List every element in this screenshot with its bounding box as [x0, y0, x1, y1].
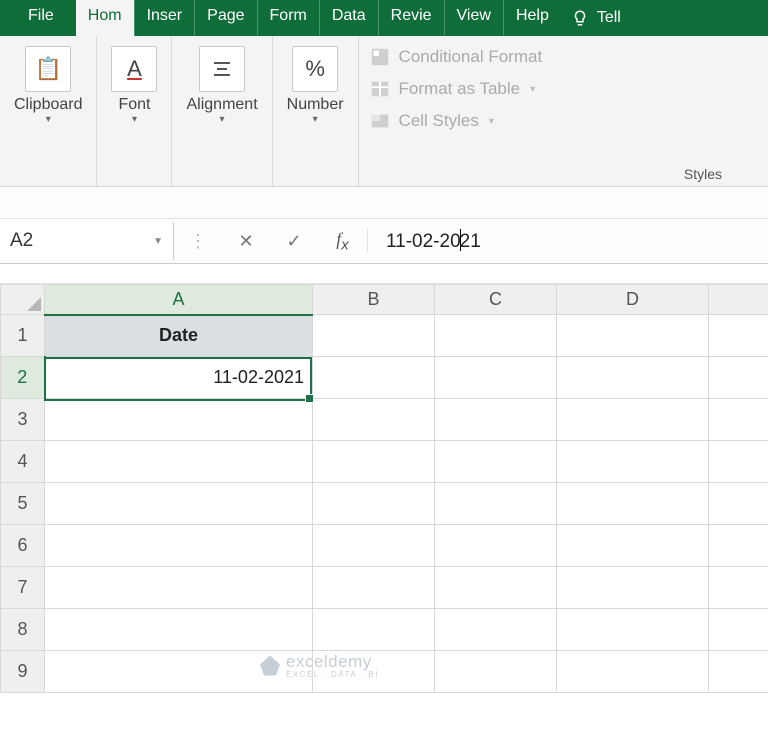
- column-header-a[interactable]: A: [45, 285, 313, 315]
- cell-e2[interactable]: [709, 357, 768, 399]
- cell-b2[interactable]: [313, 357, 435, 399]
- alignment-icon: [199, 46, 245, 92]
- font-button[interactable]: A Font ▾: [111, 46, 157, 126]
- ribbon: 📋 Clipboard ▾ A Font ▾: [0, 36, 768, 187]
- tab-formulas[interactable]: Form: [257, 0, 319, 36]
- select-all-corner[interactable]: [1, 285, 45, 315]
- formula-bar: A2 ▼ ⋮ ✕ ✓ fx 11-02-2021: [0, 219, 768, 264]
- row-header-8[interactable]: 8: [1, 609, 45, 651]
- cell-c2[interactable]: [435, 357, 557, 399]
- column-header-d[interactable]: D: [557, 285, 709, 315]
- watermark-icon: [260, 656, 280, 676]
- font-icon: A: [111, 46, 157, 92]
- alignment-label: Alignment: [186, 96, 257, 114]
- clipboard-label: Clipboard: [14, 96, 82, 114]
- number-button[interactable]: % Number ▾: [287, 46, 344, 126]
- percent-icon: %: [292, 46, 338, 92]
- watermark: exceldemy EXCEL · DATA · BI: [260, 652, 379, 679]
- row-header-7[interactable]: 7: [1, 567, 45, 609]
- tab-view[interactable]: View: [444, 0, 503, 36]
- name-box-value: A2: [10, 230, 33, 252]
- name-box-dropdown-icon[interactable]: ▼: [153, 236, 163, 247]
- cell-a1[interactable]: Date: [45, 315, 313, 357]
- row-header-5[interactable]: 5: [1, 483, 45, 525]
- ribbon-tabs: File Hom Inser Page Form Data Revie View…: [0, 0, 768, 36]
- formula-more-icon[interactable]: ⋮: [174, 231, 222, 252]
- conditional-formatting-button[interactable]: Conditional Format: [369, 46, 762, 68]
- confirm-edit-button[interactable]: ✓: [270, 231, 318, 252]
- tell-me-label: Tell: [597, 9, 621, 27]
- cancel-edit-button[interactable]: ✕: [222, 231, 270, 252]
- group-styles: Conditional Format Format as Table▾ Cell…: [359, 36, 768, 186]
- group-alignment: Alignment ▾: [172, 36, 272, 186]
- row-header-6[interactable]: 6: [1, 525, 45, 567]
- table-icon: [369, 78, 391, 100]
- formula-input[interactable]: 11-02-2021: [368, 229, 481, 253]
- cell-a2[interactable]: 11-02-2021: [45, 357, 313, 399]
- clipboard-button[interactable]: 📋 Clipboard ▾: [14, 46, 82, 126]
- conditional-formatting-icon: [369, 46, 391, 68]
- column-header-b[interactable]: B: [313, 285, 435, 315]
- format-as-table-button[interactable]: Format as Table▾: [369, 78, 762, 100]
- cell-styles-button[interactable]: Cell Styles▾: [369, 110, 762, 132]
- chevron-down-icon: ▾: [220, 114, 225, 126]
- column-header-e[interactable]: [709, 285, 768, 315]
- tab-help[interactable]: Help: [503, 0, 561, 36]
- styles-group-label: Styles: [369, 166, 762, 182]
- tab-file[interactable]: File: [0, 0, 76, 36]
- group-number: % Number ▾: [273, 36, 359, 186]
- font-label: Font: [118, 96, 150, 114]
- cell-e1[interactable]: [709, 315, 768, 357]
- cell-styles-icon: [369, 110, 391, 132]
- column-header-c[interactable]: C: [435, 285, 557, 315]
- insert-function-button[interactable]: fx: [318, 229, 368, 254]
- chevron-down-icon: ▾: [46, 114, 51, 126]
- row-header-2[interactable]: 2: [1, 357, 45, 399]
- cell-c1[interactable]: [435, 315, 557, 357]
- name-box[interactable]: A2 ▼: [0, 222, 174, 260]
- row-header-9[interactable]: 9: [1, 651, 45, 693]
- tab-review[interactable]: Revie: [378, 0, 444, 36]
- lightbulb-icon: [571, 9, 589, 27]
- cell-d2[interactable]: [557, 357, 709, 399]
- chevron-down-icon: ▾: [132, 114, 137, 126]
- tab-data[interactable]: Data: [319, 0, 378, 36]
- tell-me[interactable]: Tell: [561, 0, 631, 36]
- group-font: A Font ▾: [97, 36, 172, 186]
- group-clipboard: 📋 Clipboard ▾: [0, 36, 97, 186]
- clipboard-icon: 📋: [25, 46, 71, 92]
- tab-page-layout[interactable]: Page: [194, 0, 256, 36]
- row-header-1[interactable]: 1: [1, 315, 45, 357]
- row-header-3[interactable]: 3: [1, 399, 45, 441]
- number-label: Number: [287, 96, 344, 114]
- chevron-down-icon: ▾: [313, 114, 318, 126]
- tab-insert[interactable]: Inser: [134, 0, 195, 36]
- cell-d1[interactable]: [557, 315, 709, 357]
- tab-home[interactable]: Hom: [76, 0, 134, 36]
- row-header-4[interactable]: 4: [1, 441, 45, 483]
- cell-b1[interactable]: [313, 315, 435, 357]
- spreadsheet-grid[interactable]: A B C D 1 Date 2 11-02-2021 3 4 5 6 7 8 …: [0, 284, 768, 693]
- alignment-button[interactable]: Alignment ▾: [186, 46, 257, 126]
